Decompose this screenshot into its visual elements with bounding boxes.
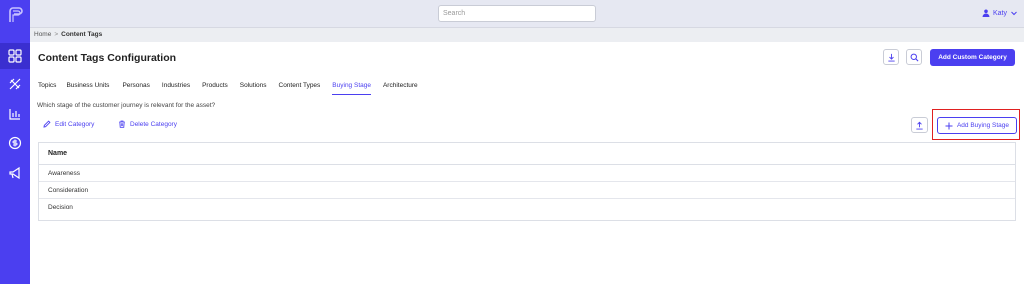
dollar-icon: [8, 136, 22, 150]
edit-icon: [43, 120, 51, 128]
table-header-name: Name: [39, 143, 1015, 165]
download-button[interactable]: [883, 49, 899, 65]
chevron-down-icon: [1011, 11, 1017, 16]
analytics-icon: [9, 109, 20, 120]
tab-business-units[interactable]: Business Units: [66, 79, 109, 95]
user-icon: [982, 9, 990, 17]
table-row[interactable]: Decision: [39, 199, 1015, 216]
sidebar-item-billing[interactable]: [0, 130, 30, 156]
page-title: Content Tags Configuration: [38, 52, 177, 64]
sidebar-item-campaigns[interactable]: [0, 160, 30, 186]
user-menu[interactable]: Katy: [982, 9, 1018, 17]
edit-category-button[interactable]: Edit Category: [43, 120, 94, 128]
top-bar: Search Katy: [30, 0, 1024, 28]
tab-personas[interactable]: Personas: [122, 79, 149, 95]
tags-icon: [9, 78, 21, 90]
tab-topics[interactable]: Topics: [38, 79, 56, 95]
main-card: Content Tags Configuration Add Custom Ca…: [30, 42, 1024, 284]
upload-icon: [916, 121, 923, 130]
highlight-box: [932, 109, 1020, 140]
logo-icon[interactable]: [6, 6, 24, 24]
trash-icon: [119, 120, 125, 128]
buying-stage-table: Name Awareness Consideration Decision: [38, 142, 1016, 221]
tab-content-types[interactable]: Content Types: [279, 79, 321, 95]
tab-architecture[interactable]: Architecture: [383, 79, 418, 95]
tab-bar: Topics Business Units Personas Industries Pr…: [38, 79, 418, 95]
search-button[interactable]: [906, 49, 922, 65]
delete-category-label: Delete Category: [130, 120, 177, 128]
sidebar-item-tags[interactable]: [0, 71, 30, 97]
sidebar-item-dashboard[interactable]: [0, 43, 30, 69]
delete-category-button[interactable]: Delete Category: [118, 120, 177, 128]
breadcrumb-current: Content Tags: [61, 31, 103, 38]
sidebar-item-analytics[interactable]: [0, 101, 30, 127]
search-input[interactable]: Search: [438, 5, 596, 22]
edit-category-label: Edit Category: [55, 120, 95, 128]
dashboard-icon: [8, 49, 22, 63]
tab-industries[interactable]: Industries: [162, 79, 190, 95]
table-row[interactable]: Consideration: [39, 182, 1015, 199]
upload-button[interactable]: [911, 117, 928, 133]
tab-products[interactable]: Products: [202, 79, 228, 95]
search-icon: [910, 53, 918, 61]
breadcrumb-separator: >: [54, 31, 59, 38]
breadcrumb-home[interactable]: Home: [34, 31, 51, 38]
user-name: Katy: [992, 9, 1007, 17]
tab-solutions[interactable]: Solutions: [240, 79, 267, 95]
add-custom-category-button[interactable]: Add Custom Category: [930, 49, 1015, 66]
tab-buying-stage[interactable]: Buying Stage: [332, 79, 371, 95]
sidebar: [0, 0, 30, 284]
table-row[interactable]: Awareness: [39, 165, 1015, 182]
megaphone-icon: [9, 166, 20, 180]
breadcrumb: Home > Content Tags: [34, 31, 102, 38]
category-description: Which stage of the customer journey is r…: [37, 102, 216, 109]
download-icon: [887, 53, 895, 62]
